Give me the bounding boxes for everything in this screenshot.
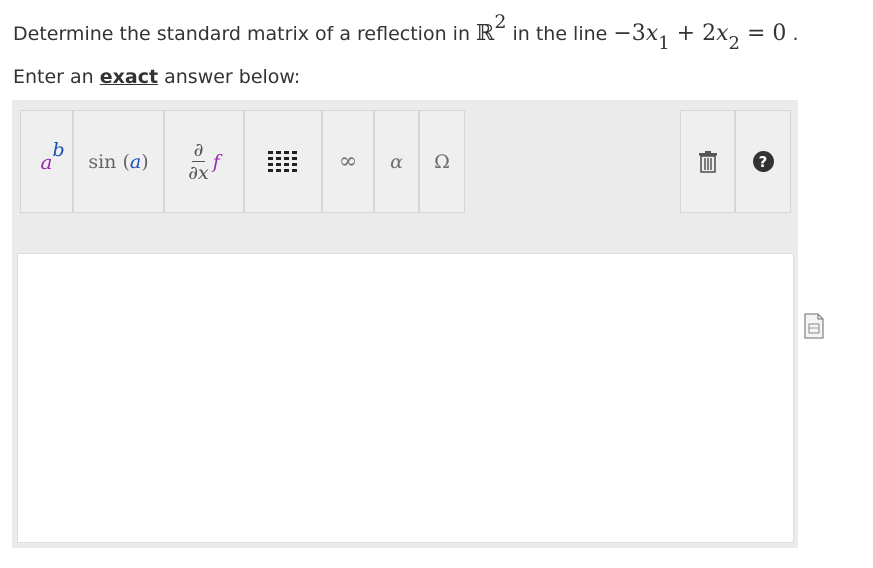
infinity-icon: ∞ <box>338 149 358 174</box>
trash-icon <box>698 150 717 173</box>
help-button[interactable]: ? <box>735 110 791 213</box>
derivative-icon: ∂ ∂x f <box>188 139 220 184</box>
exact-emphasis: exact <box>99 66 159 88</box>
sin-icon: sin (a) <box>88 150 149 173</box>
infinity-button[interactable]: ∞ <box>322 110 374 213</box>
document-preview-icon[interactable] <box>803 313 825 339</box>
matrix-icon <box>268 151 298 172</box>
derivative-button[interactable]: ∂ ∂x f <box>164 110 244 213</box>
math-equation: −3x1 + 2x2 = 0 <box>613 21 787 55</box>
alpha-icon: α <box>390 150 403 173</box>
power-button[interactable]: ab <box>20 110 73 213</box>
instruction-text: Enter an exact answer below: <box>13 66 301 88</box>
omega-icon: Ω <box>434 150 450 173</box>
answer-input[interactable] <box>17 253 794 543</box>
omega-button[interactable]: Ω <box>419 110 465 213</box>
math-space: ℝ2 <box>476 10 507 46</box>
help-icon: ? <box>752 151 774 172</box>
matrix-button[interactable] <box>244 110 322 213</box>
clear-button[interactable] <box>680 110 735 213</box>
question-text: Determine the standard matrix of a refle… <box>13 10 799 55</box>
alpha-button[interactable]: α <box>374 110 419 213</box>
math-editor: ab sin (a) ∂ ∂x f ∞ α Ω ? <box>12 100 798 548</box>
sin-button[interactable]: sin (a) <box>73 110 164 213</box>
power-icon: ab <box>40 138 65 174</box>
